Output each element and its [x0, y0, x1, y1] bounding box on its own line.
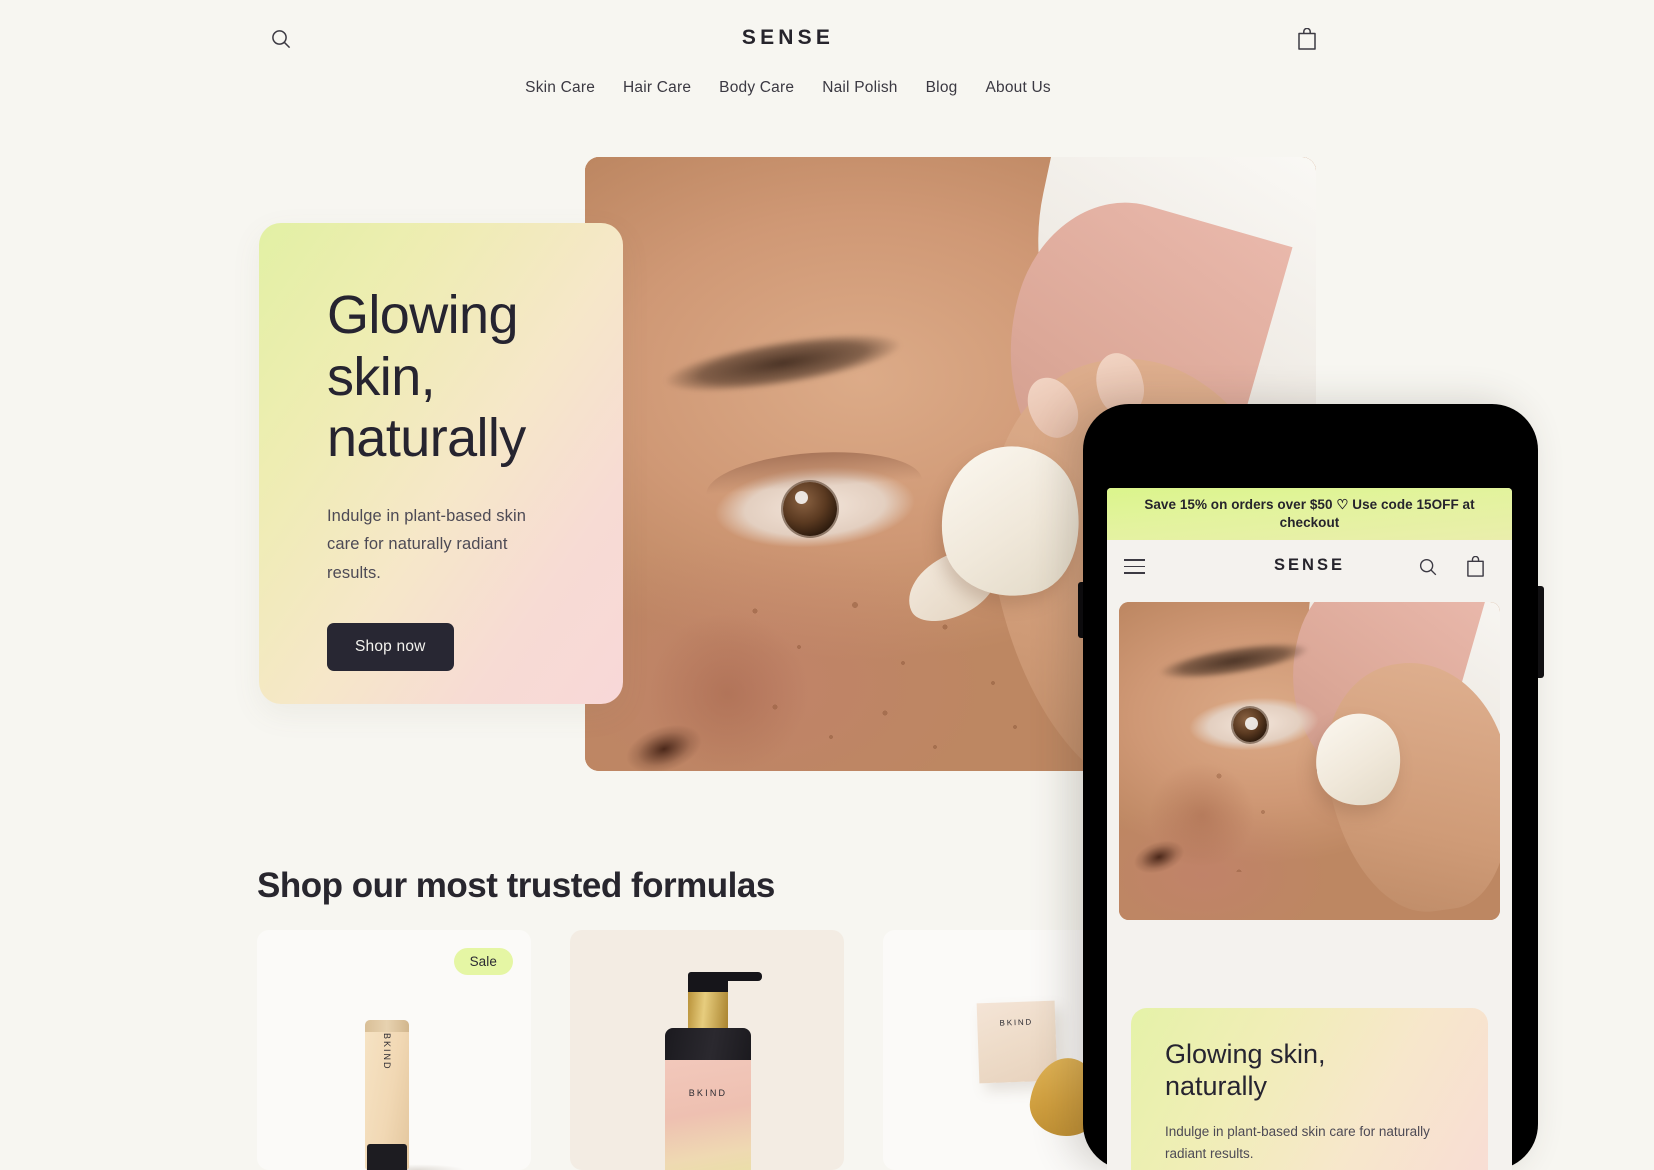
sale-badge: Sale: [453, 948, 513, 975]
iris-graphic: [783, 482, 837, 536]
hero-text-card: Glowing skin, naturally Indulge in plant…: [259, 223, 623, 704]
phone-hero-image: [1119, 602, 1500, 920]
hero-title: Glowing skin, naturally: [327, 285, 575, 470]
product-brand-label: BKIND: [688, 1088, 728, 1098]
nav-item-nail-polish[interactable]: Nail Polish: [822, 79, 897, 97]
phone-brand-logo[interactable]: SENSE: [1107, 556, 1512, 575]
bottle-label-graphic: BKIND: [665, 1060, 751, 1170]
nav-item-blog[interactable]: Blog: [926, 79, 958, 97]
phone-mockup: Save 15% on orders over $50 ♡ Use code 1…: [1078, 404, 1544, 1170]
phone-screen: Save 15% on orders over $50 ♡ Use code 1…: [1107, 488, 1512, 1170]
tube-crimp-graphic: [365, 1020, 409, 1032]
nose-graphic: [1119, 752, 1259, 902]
brand-logo[interactable]: SENSE: [0, 26, 1576, 50]
product-card[interactable]: BKIND: [570, 930, 844, 1170]
product-brand-label: BKIND: [999, 1017, 1034, 1028]
phone-search-button[interactable]: [1418, 557, 1438, 577]
pump-collar-graphic: [688, 992, 728, 1032]
cart-button[interactable]: [1294, 26, 1320, 52]
phone-hero-title-line-2: naturally: [1165, 1071, 1268, 1102]
product-card[interactable]: Sale BKIND: [257, 930, 531, 1170]
hero-title-line-2: skin,: [327, 346, 436, 407]
cart-icon: [1298, 27, 1316, 50]
shop-now-button[interactable]: Shop now: [327, 622, 454, 671]
tube-cap-graphic: [367, 1144, 407, 1170]
hero-subtitle: Indulge in plant-based skin care for nat…: [327, 506, 526, 583]
main-navigation: Skin Care Hair Care Body Care Nail Polis…: [0, 79, 1576, 97]
product-image: BKIND: [570, 930, 844, 1170]
nav-item-about-us[interactable]: About Us: [985, 79, 1050, 97]
phone-volume-button: [1078, 582, 1083, 638]
search-icon: [1419, 558, 1437, 576]
phone-hero-title: Glowing skin, naturally: [1165, 1038, 1454, 1103]
announcement-bar[interactable]: Save 15% on orders over $50 ♡ Use code 1…: [1107, 488, 1512, 540]
phone-power-button: [1538, 586, 1544, 678]
phone-header: SENSE: [1107, 540, 1512, 596]
phone-hero-subtitle: Indulge in plant-based skin care for nat…: [1165, 1123, 1430, 1161]
phone-cart-button[interactable]: [1466, 555, 1486, 578]
nav-item-hair-care[interactable]: Hair Care: [623, 79, 691, 97]
products-section-heading: Shop our most trusted formulas: [257, 866, 775, 905]
cart-icon: [1467, 555, 1484, 577]
nav-item-body-care[interactable]: Body Care: [719, 79, 794, 97]
hero-title-line-3: naturally: [327, 408, 526, 469]
iris-graphic: [1233, 708, 1267, 742]
site-header: SENSE Skin Care Hair Care Body Care Nail…: [0, 0, 1654, 120]
hero-title-line-1: Glowing: [327, 285, 519, 345]
product-brand-label: BKIND: [382, 1033, 392, 1071]
nav-item-skin-care[interactable]: Skin Care: [525, 79, 595, 97]
phone-hero-text-card: Glowing skin, naturally Indulge in plant…: [1131, 1008, 1488, 1170]
phone-hero-title-line-1: Glowing skin,: [1165, 1039, 1326, 1069]
